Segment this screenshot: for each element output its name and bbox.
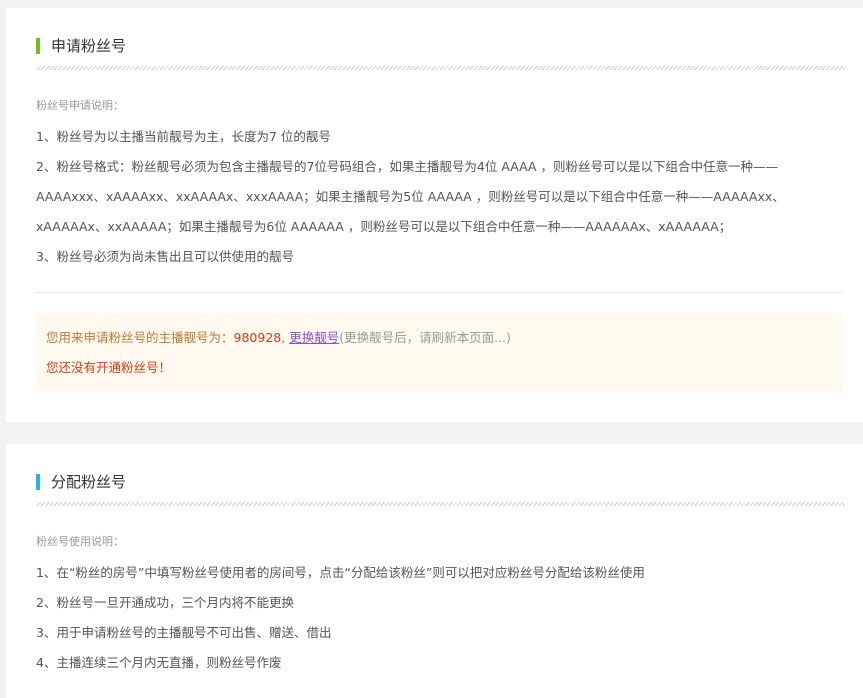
change-number-hint: (更换靓号后，请刷新本页面...) xyxy=(339,330,511,345)
assign-rule-line: 1、在“粉丝的房号”中填写粉丝号使用者的房间号，点击“分配给该粉丝”则可以把对应… xyxy=(36,565,645,580)
apply-status-box: 您用来申请粉丝号的主播靓号为：980928, 更换靓号(更换靓号后，请刷新本页面… xyxy=(36,313,843,393)
section-accent-bar xyxy=(36,474,40,490)
section-accent-bar xyxy=(36,38,40,54)
hatched-divider xyxy=(36,66,845,70)
fan-number-status: 您还没有开通粉丝号！ xyxy=(46,360,172,375)
assign-fan-number-panel: 分配粉丝号 粉丝号使用说明： 1、在“粉丝的房号”中填写粉丝号使用者的房间号，点… xyxy=(6,444,863,698)
hatched-divider xyxy=(36,502,845,506)
section-title: 分配粉丝号 xyxy=(51,473,127,491)
assign-rule-line: 4、主播连续三个月内无直播，则粉丝号作废 xyxy=(36,655,282,670)
content-divider xyxy=(36,292,843,293)
apply-rule-line: 3、粉丝号必须为尚未售出且可以供使用的靓号 xyxy=(36,249,294,264)
host-number-prefix: 您用来申请粉丝号的主播靓号为： xyxy=(46,330,234,345)
host-number-info: 您用来申请粉丝号的主播靓号为：980928, 更换靓号(更换靓号后，请刷新本页面… xyxy=(46,329,511,347)
host-number-value: 980928 xyxy=(233,330,282,345)
apply-rule-line: 2、粉丝号格式：粉丝靓号必须为包含主播靓号的7位号码组合，如果主播靓号为4位 A… xyxy=(36,159,779,174)
assign-note-label: 粉丝号使用说明： xyxy=(36,535,124,548)
assign-rule-line: 3、用于申请粉丝号的主播靓号不可出售、赠送、借出 xyxy=(36,625,332,640)
section-title: 申请粉丝号 xyxy=(51,37,127,55)
change-number-link[interactable]: 更换靓号 xyxy=(289,330,339,345)
apply-rule-line: 1、粉丝号为以主播当前靓号为主，长度为7 位的靓号 xyxy=(36,129,331,144)
assign-rule-line: 2、粉丝号一旦开通成功，三个月内将不能更换 xyxy=(36,595,294,610)
apply-fan-number-panel: 申请粉丝号 粉丝号申请说明： 1、粉丝号为以主播当前靓号为主，长度为7 位的靓号… xyxy=(6,8,863,422)
apply-rule-line: xAAAAAx、xxAAAAA；如果主播靓号为6位 AAAAAA ，则粉丝号可以… xyxy=(36,219,732,234)
apply-note-label: 粉丝号申请说明： xyxy=(36,99,124,112)
section-header: 分配粉丝号 xyxy=(36,472,845,506)
apply-rule-line: AAAAxxx、xAAAAxx、xxAAAAx、xxxAAAA；如果主播靓号为5… xyxy=(36,189,785,204)
section-header: 申请粉丝号 xyxy=(36,36,845,70)
host-number-separator: , xyxy=(281,330,290,345)
